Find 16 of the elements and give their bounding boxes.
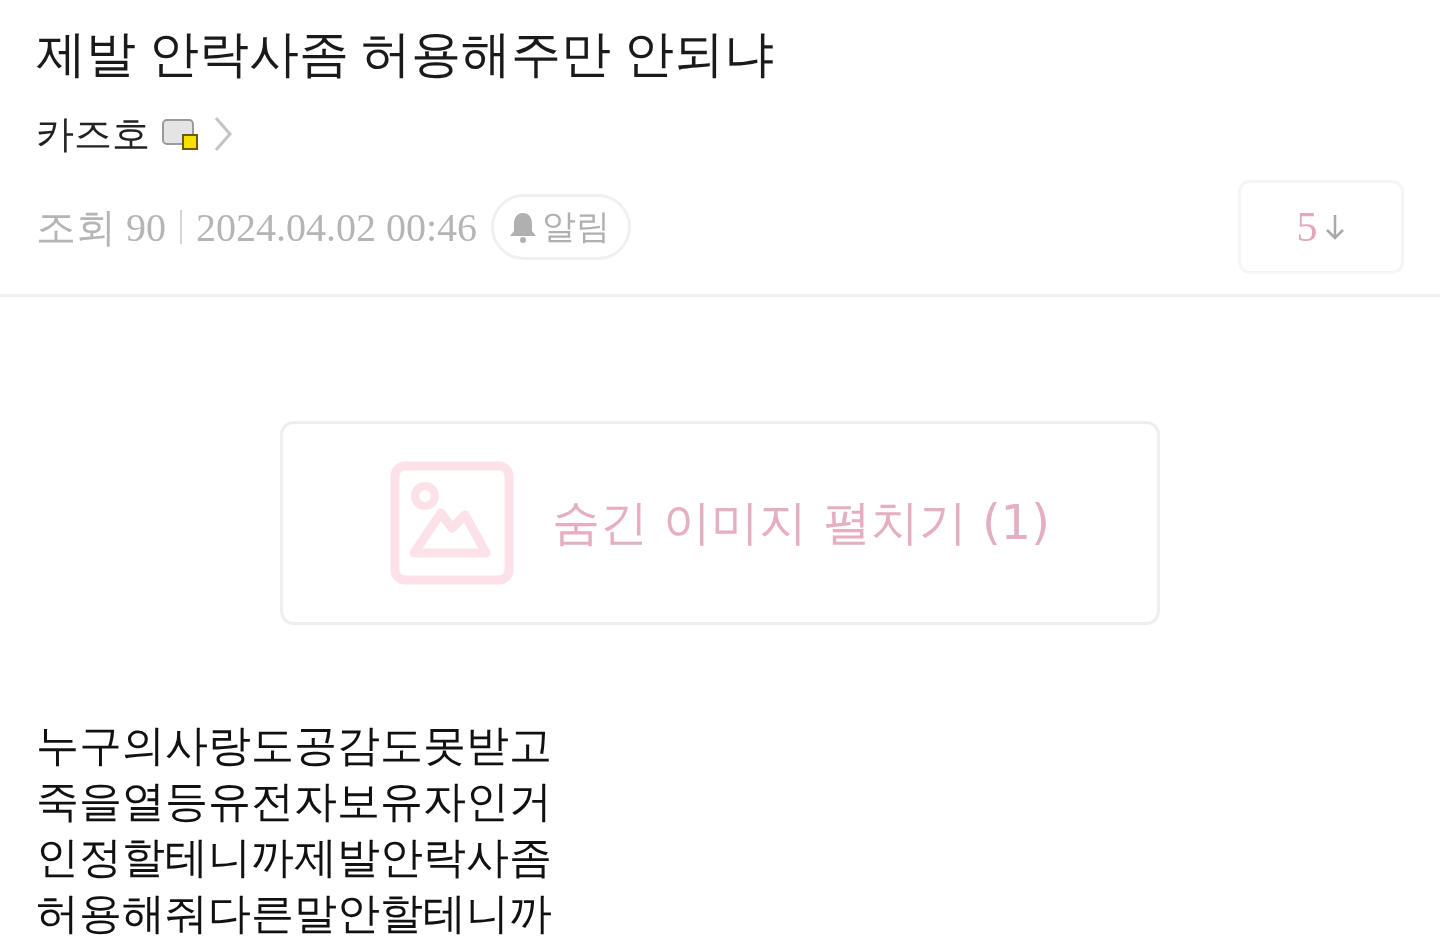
level-badge-icon — [162, 117, 200, 151]
show-hidden-images-button[interactable]: 숨긴 이미지 펼치기 (1) — [280, 421, 1160, 625]
body-text-line: 죽을열등유전자보유자인거 — [36, 775, 553, 828]
down-arrow-icon — [1323, 212, 1346, 242]
body-text-line: 누구의사랑도공감도못받고 — [36, 719, 553, 772]
post-date: 2024.04.02 00:46 — [196, 203, 478, 251]
body-text-line: 허용해줘다른말안할테니까 — [36, 887, 553, 940]
view-count: 조회 90 — [36, 203, 166, 252]
bell-icon — [508, 210, 539, 244]
author-name[interactable]: 카즈호 — [36, 108, 150, 160]
comment-jump-button[interactable]: 5 — [1238, 180, 1404, 274]
body-text-line: 인정할테니까제발안락사좀 — [36, 831, 553, 884]
alarm-button[interactable]: 알림 — [491, 194, 632, 260]
post-title: 제발 안락사좀 허용해주만 안되냐 — [36, 25, 775, 84]
chevron-right-icon[interactable] — [212, 115, 234, 153]
image-icon — [390, 461, 515, 585]
